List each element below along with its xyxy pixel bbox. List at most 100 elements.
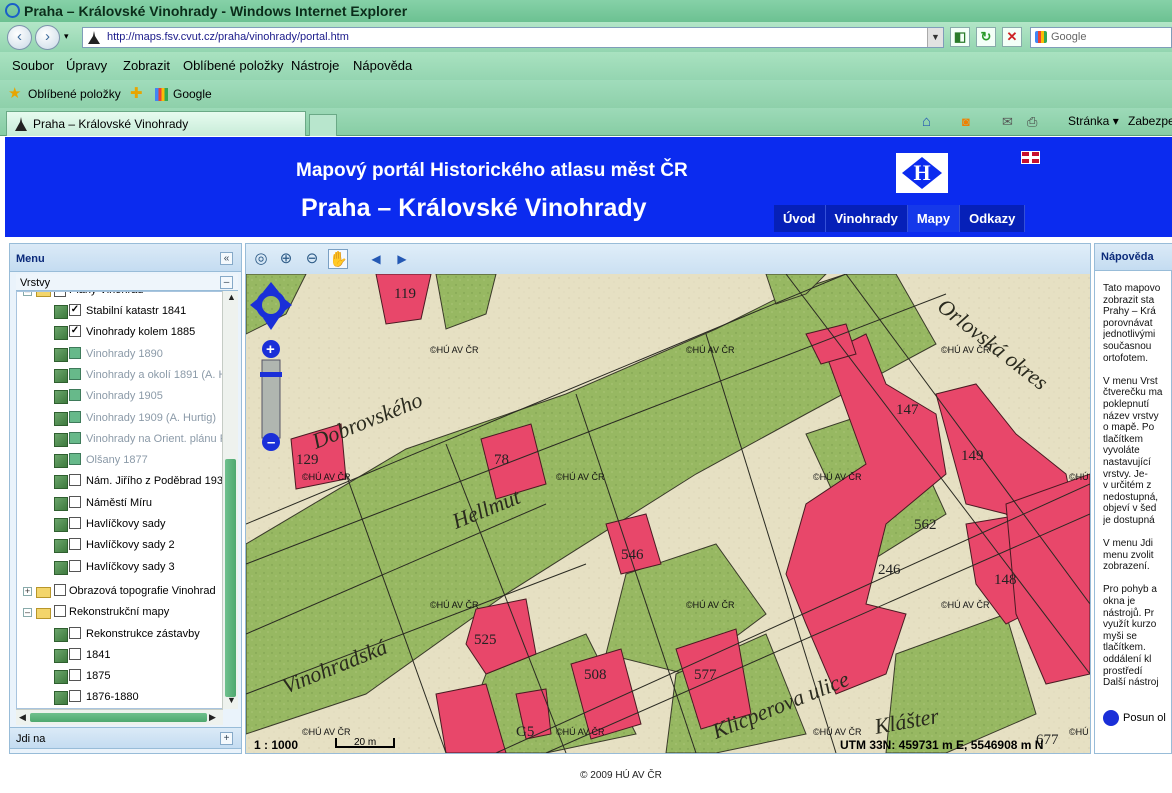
layer-checkbox[interactable]: [69, 559, 81, 572]
favorites-button[interactable]: Oblíbené položky: [28, 80, 121, 108]
menu-bar: Soubor Úpravy Zobrazit Oblíbené položky …: [0, 52, 1172, 80]
refresh-icon[interactable]: ↻: [976, 27, 996, 47]
address-dropdown-icon[interactable]: ▼: [927, 28, 943, 47]
tab-mapy[interactable]: Mapy: [907, 205, 961, 232]
pan-hand-icon[interactable]: ✋: [328, 249, 348, 269]
layer-icon: [54, 411, 68, 426]
page-menu[interactable]: Stránka ▾: [1068, 114, 1119, 128]
tab-uvod[interactable]: Úvod: [774, 205, 826, 232]
layer-checkbox[interactable]: [69, 495, 81, 508]
tree-collapse-icon[interactable]: –: [23, 608, 32, 617]
scroll-left-icon[interactable]: ◀: [19, 712, 26, 723]
tree-vertical-scrollbar[interactable]: ▲ ▼: [222, 291, 238, 709]
stop-icon[interactable]: ✕: [1002, 27, 1022, 47]
search-input[interactable]: Google: [1030, 27, 1172, 48]
menu-file[interactable]: Soubor: [12, 52, 54, 80]
scroll-up-icon[interactable]: ▲: [227, 292, 236, 302]
expand-goto-button[interactable]: +: [220, 732, 233, 745]
hu-logo[interactable]: H: [894, 151, 950, 195]
print-icon[interactable]: ⎙: [1027, 114, 1037, 130]
previous-view-icon[interactable]: ◀: [366, 249, 386, 269]
menu-edit[interactable]: Úpravy: [66, 52, 107, 80]
layer-checkbox[interactable]: [54, 584, 66, 596]
folder-icon: [36, 608, 51, 619]
history-dropdown-icon[interactable]: ▾: [64, 31, 69, 42]
coordinate-readout: UTM 33N: 459731 m E, 5546908 m N: [840, 738, 1044, 752]
portal-subtitle: Mapový portál Historického atlasu měst Č…: [296, 160, 688, 181]
scroll-right-icon[interactable]: ▶: [209, 712, 216, 723]
portal-tabs: Úvod Vinohrady Mapy Odkazy: [774, 205, 1026, 232]
layer-checkbox[interactable]: [69, 389, 81, 402]
layer-checkbox[interactable]: [54, 292, 66, 297]
layer-checkbox[interactable]: [69, 367, 81, 380]
tree-scroll-thumb[interactable]: [225, 459, 236, 697]
layer-label: Havlíčkovy sady 3: [86, 560, 175, 573]
layer-checkbox[interactable]: ✓: [69, 325, 81, 338]
menu-help[interactable]: Nápověda: [353, 52, 412, 80]
zoom-in-icon[interactable]: ⊕: [276, 249, 296, 269]
scroll-down-icon[interactable]: ▼: [227, 695, 236, 705]
menu-tools[interactable]: Nástroje: [291, 52, 339, 80]
parcel-number: G5: [516, 724, 534, 740]
layer-checkbox[interactable]: [69, 669, 81, 681]
layer-checkbox[interactable]: [69, 538, 81, 551]
window-titlebar: Praha – Královské Vinohrady - Windows In…: [0, 0, 1172, 22]
layer-checkbox[interactable]: [69, 627, 81, 639]
address-bar[interactable]: http://maps.fsv.cvut.cz/praha/vinohrady/…: [82, 27, 944, 48]
menu-view[interactable]: Zobrazit: [123, 52, 170, 80]
zoom-out-icon[interactable]: ⊖: [302, 249, 322, 269]
next-view-icon[interactable]: ▶: [392, 249, 412, 269]
layer-checkbox[interactable]: [69, 410, 81, 423]
layer-checkbox[interactable]: [69, 690, 81, 702]
collapse-layers-button[interactable]: –: [220, 276, 233, 289]
mail-icon[interactable]: ✉: [1002, 114, 1013, 130]
browser-tab-active[interactable]: Praha – Královské Vinohrady: [6, 111, 306, 136]
parcel-number: 562: [914, 517, 937, 533]
layer-label: Vinohrady 1909 (A. Hurtig): [86, 411, 217, 424]
parcel-number: 149: [961, 448, 984, 464]
google-favorite-link[interactable]: Google: [173, 80, 212, 108]
add-favorite-icon[interactable]: ✚: [130, 80, 143, 108]
window-title: Praha – Královské Vinohrady - Windows In…: [24, 3, 408, 19]
favorites-star-icon[interactable]: ★: [8, 80, 21, 108]
tab-vinohrady[interactable]: Vinohrady: [825, 205, 908, 232]
tab-odkazy[interactable]: Odkazy: [960, 205, 1026, 232]
layer-checkbox[interactable]: [69, 431, 81, 444]
layer-checkbox[interactable]: ✓: [69, 304, 81, 316]
layer-checkbox[interactable]: [54, 605, 66, 617]
layer-checkbox[interactable]: [69, 474, 81, 487]
zoom-slider-track[interactable]: [261, 359, 281, 439]
tree-collapse-icon[interactable]: –: [23, 292, 32, 296]
layer-label: Olšany 1877: [86, 454, 148, 467]
layer-checkbox[interactable]: [69, 648, 81, 660]
zoom-extent-icon[interactable]: ◎: [251, 249, 271, 269]
tree-hscroll-thumb[interactable]: [30, 713, 207, 722]
layer-label: Vinohrady na Orient. plánu P: [86, 432, 223, 445]
layer-checkbox[interactable]: [69, 346, 81, 359]
favorites-bar: ★ Oblíbené položky ✚ Google: [0, 80, 1172, 108]
safety-menu[interactable]: Zabezpe: [1128, 114, 1172, 128]
map-canvas[interactable]: 119 129 78 546 525 508 577 147 149 562 2…: [246, 274, 1090, 753]
help-title: Nápověda: [1095, 244, 1172, 271]
zoom-slider-handle[interactable]: [260, 372, 282, 377]
layer-checkbox[interactable]: [69, 453, 81, 466]
english-flag-icon[interactable]: [1021, 151, 1040, 164]
forward-button[interactable]: ›: [35, 25, 60, 50]
watermark: ©HÚ AV ČR: [430, 345, 479, 355]
parcel-number: 525: [474, 632, 497, 648]
back-button[interactable]: ‹: [7, 25, 32, 50]
layer-icon: [54, 539, 68, 554]
help-text: Tato mapovo zobrazit sta Prahy – Krá por…: [1103, 283, 1163, 689]
new-tab-button[interactable]: [309, 114, 337, 136]
layer-checkbox[interactable]: [69, 517, 81, 529]
feeds-icon[interactable]: ◙: [962, 114, 970, 129]
collapse-menu-button[interactable]: «: [220, 252, 233, 265]
goto-header[interactable]: Jdi na +: [10, 727, 241, 749]
compatibility-view-icon[interactable]: ◧: [950, 27, 970, 47]
menu-favorites[interactable]: Oblíbené položky: [183, 52, 283, 80]
scale-bar-label: 20 m: [354, 737, 377, 748]
tree-horizontal-scrollbar[interactable]: ◀ ▶: [16, 709, 223, 725]
watermark: ©HÚ AV ČR: [686, 600, 735, 610]
home-icon[interactable]: ⌂: [922, 113, 931, 130]
tree-expand-icon[interactable]: +: [23, 587, 32, 596]
